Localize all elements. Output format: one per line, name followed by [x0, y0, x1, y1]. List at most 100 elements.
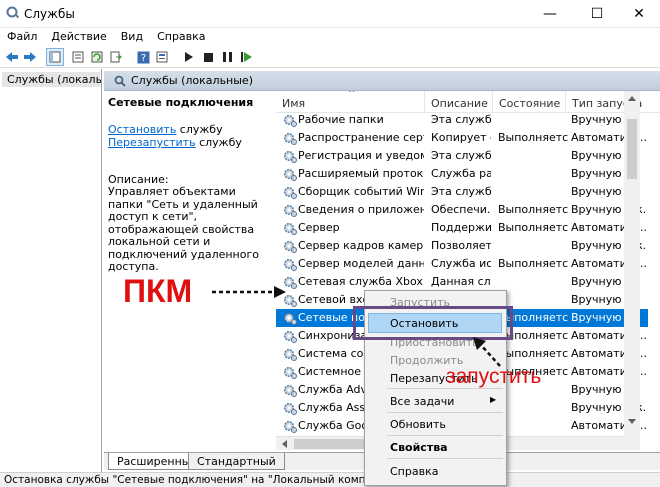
sort-arrow-icon: ^	[348, 91, 356, 99]
pause-icon[interactable]	[218, 48, 236, 66]
table-row[interactable]: СерверПоддержи...ВыполняетсяАвтоматиче..…	[276, 219, 648, 237]
stop-icon[interactable]	[199, 48, 217, 66]
selected-service-title: Сетевые подключения	[108, 96, 254, 109]
service-gear-icon	[283, 204, 297, 217]
annotation-start: запустить	[446, 365, 542, 388]
menu-action[interactable]: Действие	[44, 28, 113, 46]
cell-description: Эта служба ...	[431, 113, 491, 126]
panel-header-title: Службы (локальные)	[131, 74, 253, 87]
cell-name: Сервер	[298, 221, 340, 234]
service-gear-icon	[283, 348, 297, 361]
table-row[interactable]: Рабочие папкиЭта служба ...Вручную	[276, 111, 648, 129]
restart-icon[interactable]	[237, 48, 255, 66]
context-properties[interactable]: Свойства	[390, 441, 448, 454]
cell-name: Распространение сертифи...	[298, 131, 424, 144]
cell-name: Сервер кадров камеры Wi...	[298, 239, 424, 252]
cell-description: Данная слу...	[431, 275, 491, 288]
details-icon[interactable]	[69, 48, 87, 66]
cell-description: Обеспечи...	[431, 203, 491, 216]
service-gear-icon	[283, 312, 297, 325]
context-separator	[387, 412, 503, 413]
service-gear-icon	[283, 132, 297, 145]
submenu-arrow-icon: ▶	[490, 395, 497, 404]
vertical-scrollbar[interactable]	[624, 91, 640, 450]
menu-help[interactable]: Справка	[150, 28, 212, 46]
table-row[interactable]: Регистрация и уведомлени... Эта служба ..…	[276, 147, 648, 165]
minimize-button[interactable]: —	[528, 0, 572, 28]
tab-standard[interactable]: Стандартный	[188, 453, 285, 470]
table-row[interactable]: Сведения о приложении Обеспечи... Выполняе…	[276, 201, 648, 219]
service-gear-icon	[283, 402, 297, 415]
service-gear-icon	[283, 330, 297, 343]
annotation-pkm: ПКМ	[123, 273, 193, 309]
column-header-startup[interactable]: Тип запуска	[566, 91, 660, 113]
help-icon[interactable]: ?	[134, 48, 152, 66]
play-icon[interactable]	[180, 48, 198, 66]
menu-file[interactable]: Файл	[0, 28, 44, 46]
vertical-scroll-thumb[interactable]	[627, 119, 637, 179]
maximize-button[interactable]: ☐	[575, 0, 619, 28]
refresh-icon[interactable]	[88, 48, 106, 66]
restart-service-link[interactable]: Перезапустить	[108, 136, 196, 149]
column-header-description[interactable]: Описание	[425, 91, 493, 113]
cell-state: Выполняется	[498, 203, 568, 216]
menu-view[interactable]: Вид	[114, 28, 150, 46]
export-icon[interactable]	[107, 48, 125, 66]
context-refresh[interactable]: Обновить	[390, 418, 446, 431]
properties-icon[interactable]	[153, 48, 171, 66]
cell-name: Расширяемый протокол п...	[298, 167, 424, 180]
table-row[interactable]: Сервер моделей данных п... Служба ис... Вы…	[276, 255, 648, 273]
context-help[interactable]: Справка	[390, 465, 438, 478]
service-gear-icon	[283, 240, 297, 253]
cell-state: Выполняется	[498, 257, 568, 270]
stop-service-link[interactable]: Остановить	[108, 123, 176, 136]
console-tree: Службы (локалы	[0, 69, 102, 473]
service-gear-icon	[283, 258, 297, 271]
back-icon[interactable]	[3, 48, 21, 66]
description-pane: Сетевые подключения Остановить службу Пе…	[104, 91, 274, 450]
action-links: Остановить службу Перезапустить службу	[108, 123, 242, 149]
column-header-state[interactable]: Состояние	[493, 91, 566, 113]
cell-description: Эта служба ...	[431, 149, 491, 162]
context-separator	[387, 435, 503, 436]
menu-bar: Файл Действие Вид Справка	[0, 28, 660, 46]
stop-service-suffix: службу	[176, 123, 223, 136]
table-row[interactable]: Расширяемый протокол п...Служба рас...Вр…	[276, 165, 648, 183]
cell-description: Поддержи...	[431, 221, 491, 234]
console-tree-icon[interactable]	[46, 48, 64, 66]
cell-state: Выполняется	[498, 131, 568, 144]
table-row[interactable]: Сборщик событий WindowsЭта служба ...Вру…	[276, 183, 648, 201]
cell-name: Регистрация и уведомлени...	[298, 149, 424, 162]
scroll-down-icon[interactable]	[628, 419, 636, 425]
scroll-up-icon[interactable]	[628, 95, 636, 101]
svg-text:?: ?	[140, 53, 145, 64]
title-bar: Службы — ☐ ✕	[0, 0, 660, 28]
description-text: Управляет объектами папки "Сеть и удален…	[108, 185, 259, 273]
forward-icon[interactable]	[21, 48, 39, 66]
annotation-arrow-right-icon	[212, 286, 286, 298]
cell-description: Служба ис...	[431, 257, 491, 270]
scroll-left-icon[interactable]	[281, 440, 287, 448]
service-gear-icon	[283, 222, 297, 235]
context-separator	[387, 458, 503, 459]
table-row[interactable]: Сервер кадров камеры Wi...Позволяет ...В…	[276, 237, 648, 255]
service-gear-icon	[283, 168, 297, 181]
service-gear-icon	[283, 384, 297, 397]
close-button[interactable]: ✕	[618, 0, 660, 28]
service-gear-icon	[283, 366, 297, 379]
cell-description: Позволяет ...	[431, 239, 491, 252]
cell-description: Эта служба ...	[431, 185, 491, 198]
horizontal-scroll-thumb[interactable]	[294, 439, 364, 449]
service-gear-icon	[283, 114, 297, 127]
service-gear-icon	[283, 150, 297, 163]
context-all-tasks[interactable]: Все задачи	[390, 395, 454, 408]
table-row[interactable]: Распространение сертифи... Копирует се...…	[276, 129, 648, 147]
restart-service-suffix: службу	[195, 136, 242, 149]
cell-name: Сборщик событий Windows	[298, 185, 424, 198]
cell-name: Сетевая служба Xbox Live	[298, 275, 424, 288]
window-title: Службы	[24, 7, 75, 21]
cell-state: Выполняется	[498, 347, 568, 360]
tree-item-services-local[interactable]: Службы (локалы	[2, 72, 101, 87]
cell-name: Рабочие папки	[298, 113, 384, 126]
table-row[interactable]: Сетевая служба Xbox LiveДанная слу...Вру…	[276, 273, 648, 291]
